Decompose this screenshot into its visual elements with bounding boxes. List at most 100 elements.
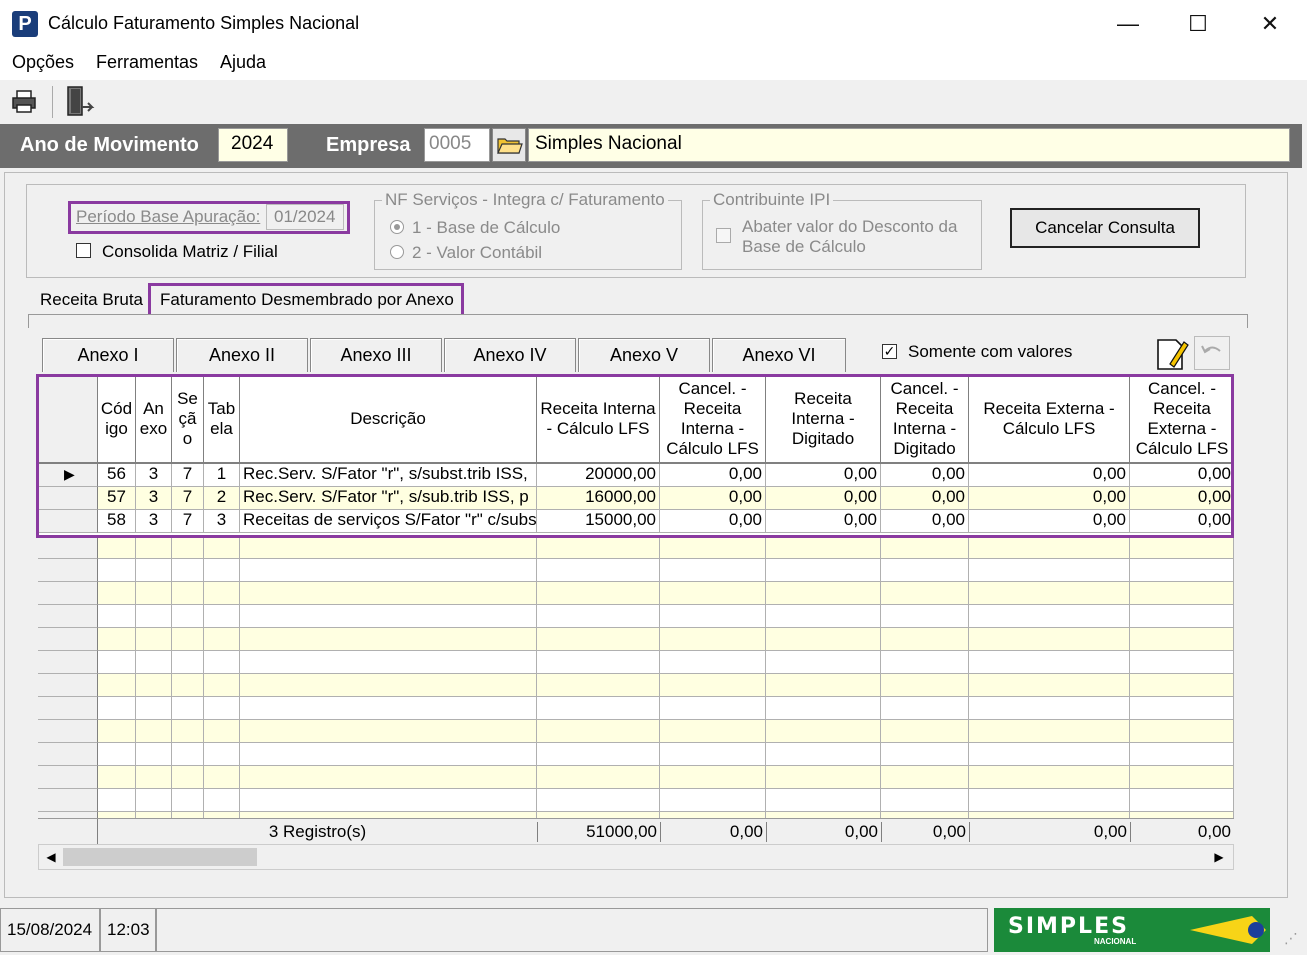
empty-cell[interactable] [172, 628, 204, 651]
empty-cell[interactable] [240, 628, 537, 651]
cell-value[interactable]: 0,00 [881, 464, 969, 487]
empty-cell[interactable] [172, 743, 204, 766]
empty-cell[interactable] [660, 651, 766, 674]
row-indicator[interactable] [38, 743, 98, 766]
header-cancel-receita-externa-calc[interactable]: Cancel. - Receita Externa - Cálculo LFS [1130, 376, 1234, 464]
resize-grip-icon[interactable]: ⋰ [1284, 930, 1304, 950]
empty-cell[interactable] [969, 720, 1130, 743]
empty-cell[interactable] [98, 743, 136, 766]
empty-cell[interactable] [537, 697, 660, 720]
empty-cell[interactable] [98, 536, 136, 559]
empty-cell[interactable] [766, 743, 881, 766]
cell-value[interactable]: 16000,00 [537, 487, 660, 510]
header-cancel-receita-interna-calc[interactable]: Cancel. - Receita Interna - Cálculo LFS [660, 376, 766, 464]
empty-cell[interactable] [98, 582, 136, 605]
empty-cell[interactable] [172, 651, 204, 674]
empty-cell[interactable] [881, 628, 969, 651]
empty-cell[interactable] [660, 582, 766, 605]
empty-cell[interactable] [660, 628, 766, 651]
folder-open-icon[interactable] [492, 128, 526, 162]
empty-cell[interactable] [660, 743, 766, 766]
empty-cell[interactable] [204, 743, 240, 766]
empty-cell[interactable] [766, 674, 881, 697]
empty-cell[interactable] [537, 720, 660, 743]
row-indicator[interactable] [38, 766, 98, 789]
cell-descricao[interactable]: Rec.Serv. S/Fator "r", s/sub.trib ISS, p [240, 487, 537, 510]
cell-codigo[interactable]: 56 [98, 464, 136, 487]
maximize-button[interactable]: ☐ [1162, 0, 1234, 48]
empty-cell[interactable] [1130, 697, 1234, 720]
empty-cell[interactable] [537, 674, 660, 697]
empty-cell[interactable] [98, 720, 136, 743]
empty-cell[interactable] [136, 789, 172, 812]
empty-cell[interactable] [1130, 674, 1234, 697]
empty-cell[interactable] [240, 766, 537, 789]
empty-cell[interactable] [1130, 720, 1234, 743]
cell-anexo[interactable]: 3 [136, 510, 172, 533]
empty-cell[interactable] [881, 720, 969, 743]
empty-cell[interactable] [1130, 582, 1234, 605]
empty-cell[interactable] [136, 559, 172, 582]
menu-opcoes[interactable]: Opções [12, 52, 74, 73]
empty-cell[interactable] [204, 628, 240, 651]
header-secao[interactable]: Se çã o [172, 376, 204, 464]
empty-cell[interactable] [537, 559, 660, 582]
empty-cell[interactable] [1130, 743, 1234, 766]
empty-cell[interactable] [240, 651, 537, 674]
empty-cell[interactable] [766, 536, 881, 559]
empty-cell[interactable] [172, 789, 204, 812]
empty-cell[interactable] [969, 697, 1130, 720]
cell-value[interactable]: 0,00 [881, 487, 969, 510]
empty-cell[interactable] [660, 674, 766, 697]
header-codigo[interactable]: Cód igo [98, 376, 136, 464]
scroll-thumb[interactable] [63, 848, 257, 866]
empty-cell[interactable] [660, 766, 766, 789]
row-indicator[interactable] [38, 510, 98, 533]
empty-cell[interactable] [136, 605, 172, 628]
empty-cell[interactable] [240, 582, 537, 605]
empty-cell[interactable] [172, 605, 204, 628]
empty-cell[interactable] [172, 697, 204, 720]
empty-cell[interactable] [1130, 628, 1234, 651]
empty-cell[interactable] [136, 536, 172, 559]
cancelar-consulta-button[interactable]: Cancelar Consulta [1010, 208, 1200, 248]
empty-cell[interactable] [240, 605, 537, 628]
cell-anexo[interactable]: 3 [136, 464, 172, 487]
cell-value[interactable]: 0,00 [969, 487, 1130, 510]
cell-secao[interactable]: 7 [172, 487, 204, 510]
nf-radio-base[interactable] [390, 220, 404, 234]
somente-checkbox[interactable]: ✓ [882, 344, 897, 359]
tab-anexo-ii[interactable]: Anexo II [176, 338, 308, 372]
empty-cell[interactable] [204, 674, 240, 697]
empty-cell[interactable] [240, 559, 537, 582]
cell-codigo[interactable]: 58 [98, 510, 136, 533]
periodo-field[interactable]: 01/2024 [266, 204, 344, 230]
empty-cell[interactable] [172, 536, 204, 559]
empty-cell[interactable] [1130, 766, 1234, 789]
tab-anexo-iv[interactable]: Anexo IV [444, 338, 576, 372]
empty-cell[interactable] [240, 697, 537, 720]
empty-cell[interactable] [1130, 559, 1234, 582]
empty-cell[interactable] [969, 789, 1130, 812]
cell-value[interactable]: 0,00 [1130, 464, 1234, 487]
empty-cell[interactable] [240, 536, 537, 559]
header-anexo[interactable]: An exo [136, 376, 172, 464]
close-button[interactable]: ✕ [1234, 0, 1306, 48]
empty-cell[interactable] [881, 697, 969, 720]
cell-value[interactable]: 0,00 [1130, 510, 1234, 533]
cell-value[interactable]: 0,00 [881, 510, 969, 533]
empty-cell[interactable] [204, 559, 240, 582]
row-indicator[interactable] [38, 559, 98, 582]
empty-cell[interactable] [98, 628, 136, 651]
empty-cell[interactable] [881, 582, 969, 605]
header-receita-interna-dig[interactable]: Receita Interna - Digitado [766, 376, 881, 464]
empty-cell[interactable] [881, 743, 969, 766]
cell-codigo[interactable]: 57 [98, 487, 136, 510]
exit-door-icon[interactable] [64, 85, 96, 119]
tab-anexo-iii[interactable]: Anexo III [310, 338, 442, 372]
empty-cell[interactable] [766, 582, 881, 605]
empty-cell[interactable] [969, 582, 1130, 605]
empty-cell[interactable] [969, 605, 1130, 628]
row-indicator[interactable] [38, 582, 98, 605]
empty-cell[interactable] [136, 582, 172, 605]
